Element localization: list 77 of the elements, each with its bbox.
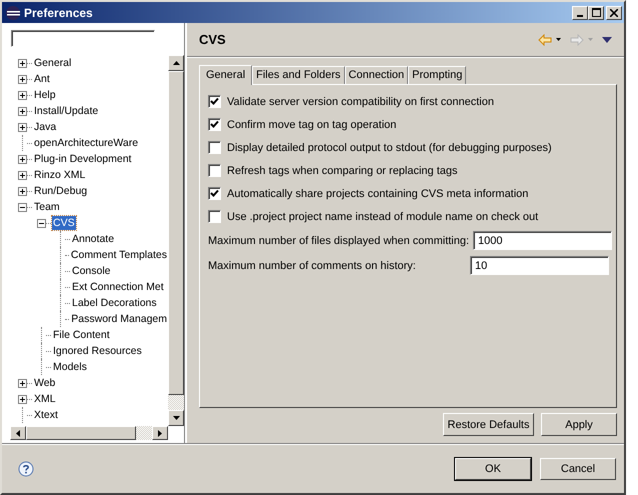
tree-item[interactable]: Annotate bbox=[71, 232, 116, 246]
collapse-icon[interactable] bbox=[37, 218, 46, 228]
field-label: Maximum number of comments on history: bbox=[208, 260, 417, 272]
checkbox[interactable] bbox=[208, 164, 221, 177]
checkbox[interactable] bbox=[208, 141, 221, 154]
apply-button[interactable]: Apply bbox=[541, 413, 617, 436]
maximize-button[interactable] bbox=[588, 6, 604, 20]
tree-item[interactable]: Java bbox=[33, 120, 58, 134]
tree-item[interactable]: XML bbox=[33, 392, 57, 406]
checkbox[interactable] bbox=[208, 95, 221, 108]
tree-item[interactable]: Ant bbox=[33, 72, 51, 86]
field-label: Maximum number of files displayed when committing: bbox=[208, 234, 470, 246]
checkbox-label: Refresh tags when comparing or replacing tags bbox=[227, 164, 458, 176]
tree-item[interactable]: Xtext bbox=[33, 408, 59, 422]
tree-item[interactable]: Run/Debug bbox=[33, 184, 88, 198]
tree-item[interactable]: File Content bbox=[52, 328, 111, 342]
tree-item[interactable]: Ignored Resources bbox=[52, 344, 143, 358]
expand-icon[interactable] bbox=[18, 90, 27, 100]
minimize-button[interactable] bbox=[572, 6, 588, 20]
tree-item[interactable]: Rinzo XML bbox=[33, 168, 86, 182]
expand-icon[interactable] bbox=[18, 106, 27, 116]
tree-item[interactable]: Label Decorations bbox=[71, 296, 158, 310]
expand-icon[interactable] bbox=[18, 170, 27, 180]
tree-item[interactable]: openArchitectureWare bbox=[33, 136, 140, 150]
ok-button[interactable]: OK bbox=[455, 458, 531, 480]
view-menu-icon[interactable] bbox=[602, 36, 612, 42]
checkbox[interactable] bbox=[208, 187, 221, 200]
restore-defaults-button[interactable]: Restore Defaults bbox=[443, 413, 534, 436]
tree-item[interactable]: Help bbox=[33, 88, 57, 102]
horizontal-scrollbar[interactable] bbox=[10, 426, 168, 440]
expand-icon[interactable] bbox=[18, 58, 27, 68]
tab[interactable]: Prompting bbox=[408, 66, 466, 84]
checkbox-label: Display detailed protocol output to stdout (for debugging purposes) bbox=[227, 142, 552, 154]
close-icon bbox=[610, 8, 618, 16]
tree-item[interactable]: Console bbox=[71, 264, 112, 278]
scroll-left-icon[interactable] bbox=[16, 430, 20, 436]
checkbox-label: Confirm move tag on tag operation bbox=[227, 118, 396, 130]
collapse-icon[interactable] bbox=[18, 202, 27, 212]
window-title: Preferences bbox=[24, 6, 94, 20]
page-title: CVS bbox=[199, 32, 227, 47]
tree-item[interactable]: General bbox=[33, 56, 72, 70]
dropdown-caret-icon[interactable] bbox=[556, 38, 561, 41]
expand-icon[interactable] bbox=[18, 186, 27, 196]
checkbox-label: Use .project project name instead of module name on check out bbox=[227, 210, 538, 222]
tree-item[interactable]: CVS bbox=[52, 216, 76, 230]
expand-icon[interactable] bbox=[18, 154, 27, 164]
tree-item[interactable]: Password Managem bbox=[70, 312, 168, 326]
expand-icon[interactable] bbox=[18, 122, 27, 132]
scroll-up-icon[interactable] bbox=[172, 61, 180, 65]
checkbox-label: Automatically share projects containing CVS meta information bbox=[227, 188, 528, 200]
checkbox[interactable] bbox=[208, 210, 221, 223]
close-button[interactable] bbox=[606, 6, 622, 20]
checkbox[interactable] bbox=[208, 118, 221, 131]
tab[interactable]: Files and Folders bbox=[252, 66, 345, 84]
tab[interactable]: General bbox=[199, 65, 252, 85]
help-icon[interactable] bbox=[18, 460, 34, 476]
tab[interactable]: Connection bbox=[344, 66, 408, 84]
scroll-right-icon[interactable] bbox=[158, 430, 162, 436]
tree-item[interactable]: Plug-in Development bbox=[33, 152, 132, 166]
tree-item[interactable]: Comment Templates bbox=[70, 248, 168, 262]
tree-item[interactable]: Ext Connection Met bbox=[71, 280, 165, 294]
minimize-icon bbox=[577, 14, 583, 16]
maximize-icon bbox=[592, 8, 600, 17]
tree-item[interactable]: Web bbox=[33, 376, 56, 390]
scroll-track[interactable] bbox=[168, 395, 184, 410]
number-field[interactable]: 1000 bbox=[473, 231, 612, 250]
number-field[interactable]: 10 bbox=[470, 256, 609, 275]
expand-icon[interactable] bbox=[18, 378, 27, 388]
expand-icon[interactable] bbox=[18, 74, 27, 84]
tree-item[interactable]: Models bbox=[52, 360, 88, 374]
checkbox-label: Validate server version compatibility on first connection bbox=[227, 96, 494, 108]
cancel-button[interactable]: Cancel bbox=[540, 458, 616, 480]
tree-item[interactable]: Install/Update bbox=[33, 104, 100, 118]
expand-icon[interactable] bbox=[18, 394, 27, 404]
tree-item[interactable]: Team bbox=[33, 200, 61, 214]
scroll-down-icon[interactable] bbox=[172, 416, 180, 420]
scroll-thumb[interactable] bbox=[26, 426, 136, 440]
